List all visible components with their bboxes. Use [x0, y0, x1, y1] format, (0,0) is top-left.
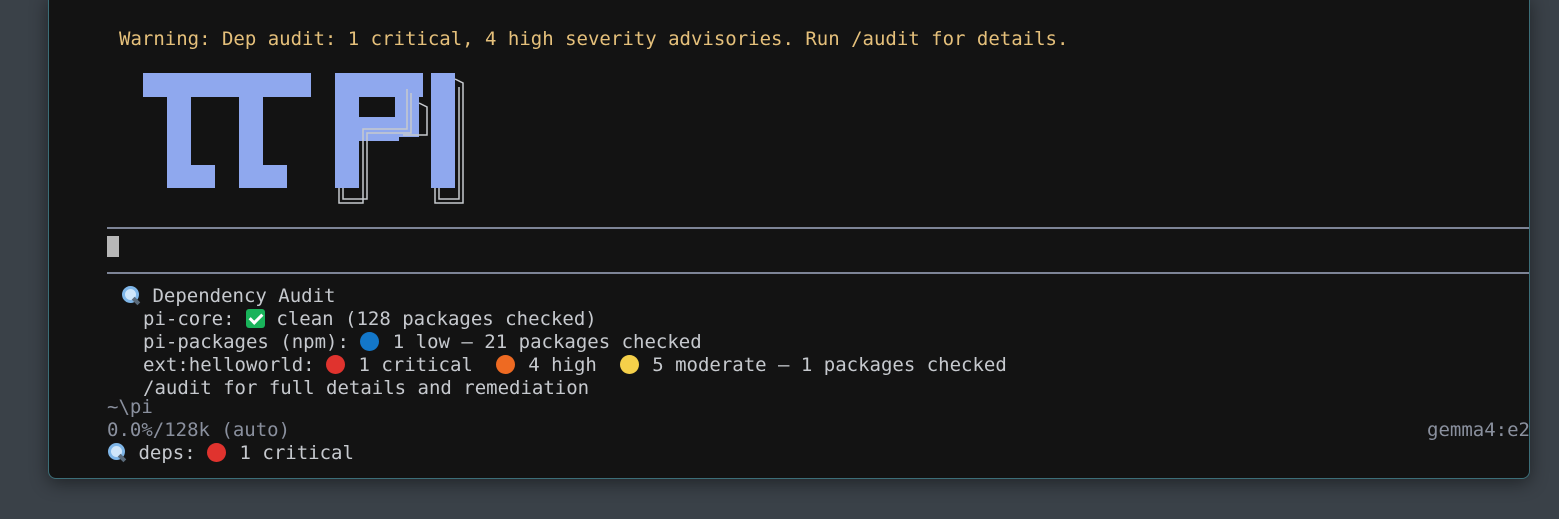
red-circle-icon	[207, 443, 227, 462]
audit-row-ext: ext:helloworld: 1 critical 4 high 5 mode…	[143, 354, 1007, 377]
model-name: gemma4:e2b	[1427, 419, 1530, 441]
packages-status: 1 low — 21 packages checked	[392, 331, 702, 353]
terminal-window: Warning: Dep audit: 1 critical, 4 high s…	[48, 0, 1530, 479]
ext-moderate: 5 moderate — 1 packages checked	[652, 354, 1007, 376]
context-usage: 0.0%/128k (auto)	[107, 419, 291, 441]
packages-label: pi-packages (npm):	[143, 331, 361, 353]
audit-title: Dependency Audit	[152, 285, 336, 307]
audit-row-core: pi-core: clean (128 packages checked)	[143, 308, 597, 331]
blue-circle-icon	[360, 332, 380, 351]
deps-label: deps:	[138, 442, 208, 464]
audit-row-packages: pi-packages (npm): 1 low — 21 packages c…	[143, 331, 702, 354]
core-label: pi-core:	[143, 308, 246, 330]
audit-warning: Warning: Dep audit: 1 critical, 4 high s…	[119, 28, 1069, 50]
yellow-circle-icon	[619, 355, 639, 374]
core-status: clean (128 packages checked)	[276, 308, 597, 330]
ext-label: ext:helloworld:	[143, 354, 327, 376]
ext-critical: 1 critical	[358, 354, 473, 376]
audit-hint: /audit for full details and remediation	[143, 377, 590, 399]
orange-circle-icon	[495, 355, 515, 374]
deps-status: 1 critical	[239, 442, 354, 464]
red-circle-icon	[326, 355, 346, 374]
magnifier-icon	[107, 442, 127, 462]
text-cursor[interactable]	[107, 236, 119, 257]
audit-header: Dependency Audit	[121, 285, 335, 308]
pi-logo	[143, 73, 464, 204]
deps-status-line: deps: 1 critical	[107, 442, 354, 465]
cwd: ~\pi	[107, 396, 153, 418]
check-icon	[245, 309, 265, 328]
ext-high: 4 high	[528, 354, 597, 376]
divider-top	[107, 227, 1529, 229]
divider-bottom	[107, 272, 1529, 274]
magnifier-icon	[121, 285, 141, 305]
